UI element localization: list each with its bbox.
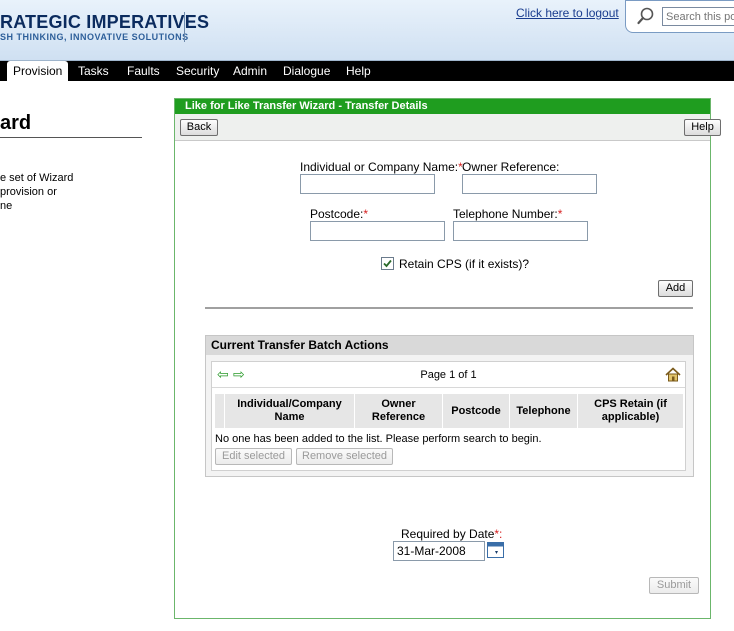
wizard-toolbar: Back Help xyxy=(175,114,721,141)
left-desc-line: e set of Wizard xyxy=(0,172,74,184)
telephone-label-text: Telephone Number: xyxy=(453,207,558,221)
search-input[interactable] xyxy=(662,7,734,26)
submit-button[interactable]: Submit xyxy=(649,577,699,594)
nav-item-security[interactable]: Security xyxy=(176,61,219,81)
section-divider xyxy=(205,307,693,309)
postcode-label-text: Postcode: xyxy=(310,207,364,221)
batch-list-container: ⇦ ⇨ Page 1 of 1 Individual/Company Name … xyxy=(211,361,686,471)
remove-selected-button[interactable]: Remove selected xyxy=(296,448,393,465)
retain-cps-label: Retain CPS (if it exists)? xyxy=(399,257,530,271)
nav-item-help[interactable]: Help xyxy=(346,61,371,81)
edit-selected-button[interactable]: Edit selected xyxy=(215,448,292,465)
column-header-owner-ref: Owner Reference xyxy=(355,394,443,428)
postcode-label: Postcode:* xyxy=(310,207,368,221)
left-panel-divider xyxy=(0,137,142,138)
checkmark-icon xyxy=(383,259,392,268)
brand-title: RATEGIC IMPERATIVES xyxy=(0,12,210,32)
search-box xyxy=(625,0,734,33)
required-date-field[interactable] xyxy=(393,541,485,561)
required-marker: * xyxy=(557,207,563,221)
nav-item-admin[interactable]: Admin xyxy=(233,61,267,81)
telephone-field[interactable] xyxy=(453,221,588,241)
calendar-icon[interactable] xyxy=(487,542,504,558)
left-panel-description: e set of Wizard provision or ne xyxy=(0,171,80,213)
logout-link[interactable]: Click here to logout xyxy=(516,6,619,20)
nav-item-provision[interactable]: Provision xyxy=(7,61,69,81)
brand-subtitle: SH THINKING, INNOVATIVE SOLUTIONS xyxy=(0,32,189,42)
back-button[interactable]: Back xyxy=(180,119,218,136)
batch-table-header: Individual/Company Name Owner Reference … xyxy=(215,394,683,428)
required-marker: * xyxy=(363,207,369,221)
column-header-postcode: Postcode xyxy=(443,394,510,428)
app-header: RATEGIC IMPERATIVES SH THINKING, INNOVAT… xyxy=(0,0,734,61)
name-field[interactable] xyxy=(300,174,435,194)
page-indicator: Page 1 of 1 xyxy=(420,369,477,381)
main-nav: Provision Tasks Faults Security Admin Di… xyxy=(0,61,734,81)
left-desc-line: ne xyxy=(0,200,13,212)
search-icon[interactable] xyxy=(636,6,656,26)
nav-item-dialogue[interactable]: Dialogue xyxy=(283,61,330,81)
postcode-field[interactable] xyxy=(310,221,445,241)
name-label-text: Individual or Company Name: xyxy=(300,160,459,174)
brand-divider xyxy=(184,12,185,42)
owner-ref-label: Owner Reference: xyxy=(462,160,560,174)
column-header-name: Individual/Company Name xyxy=(225,394,355,428)
wizard-title: Like for Like Transfer Wizard - Transfer… xyxy=(175,99,710,114)
help-button[interactable]: Help xyxy=(684,119,721,136)
name-label: Individual or Company Name:* xyxy=(300,160,463,174)
telephone-label: Telephone Number:* xyxy=(453,207,562,221)
select-column-header xyxy=(215,394,225,428)
transfer-wizard-panel: Like for Like Transfer Wizard - Transfer… xyxy=(174,98,721,619)
required-marker: *: xyxy=(494,527,503,541)
nav-item-faults[interactable]: Faults xyxy=(127,61,160,81)
column-header-cps-retain: CPS Retain (if applicable) xyxy=(594,398,667,423)
left-panel-title: ard xyxy=(0,112,32,134)
nav-item-tasks[interactable]: Tasks xyxy=(78,61,109,81)
retain-cps-checkbox[interactable] xyxy=(381,257,394,270)
left-desc-line: provision or xyxy=(0,186,57,198)
add-button[interactable]: Add xyxy=(658,280,693,297)
required-date-label: Required by Date*: xyxy=(401,527,502,541)
pager-bar: ⇦ ⇨ Page 1 of 1 xyxy=(212,362,685,388)
column-header-telephone: Telephone xyxy=(510,394,578,428)
owner-ref-field[interactable] xyxy=(462,174,597,194)
transfer-batch-section: Current Transfer Batch Actions ⇦ ⇨ Page … xyxy=(205,335,694,477)
empty-list-message: No one has been added to the list. Pleas… xyxy=(215,433,542,445)
batch-section-title: Current Transfer Batch Actions xyxy=(206,336,693,355)
home-icon[interactable] xyxy=(665,367,681,382)
required-date-label-text: Required by Date xyxy=(401,527,495,541)
